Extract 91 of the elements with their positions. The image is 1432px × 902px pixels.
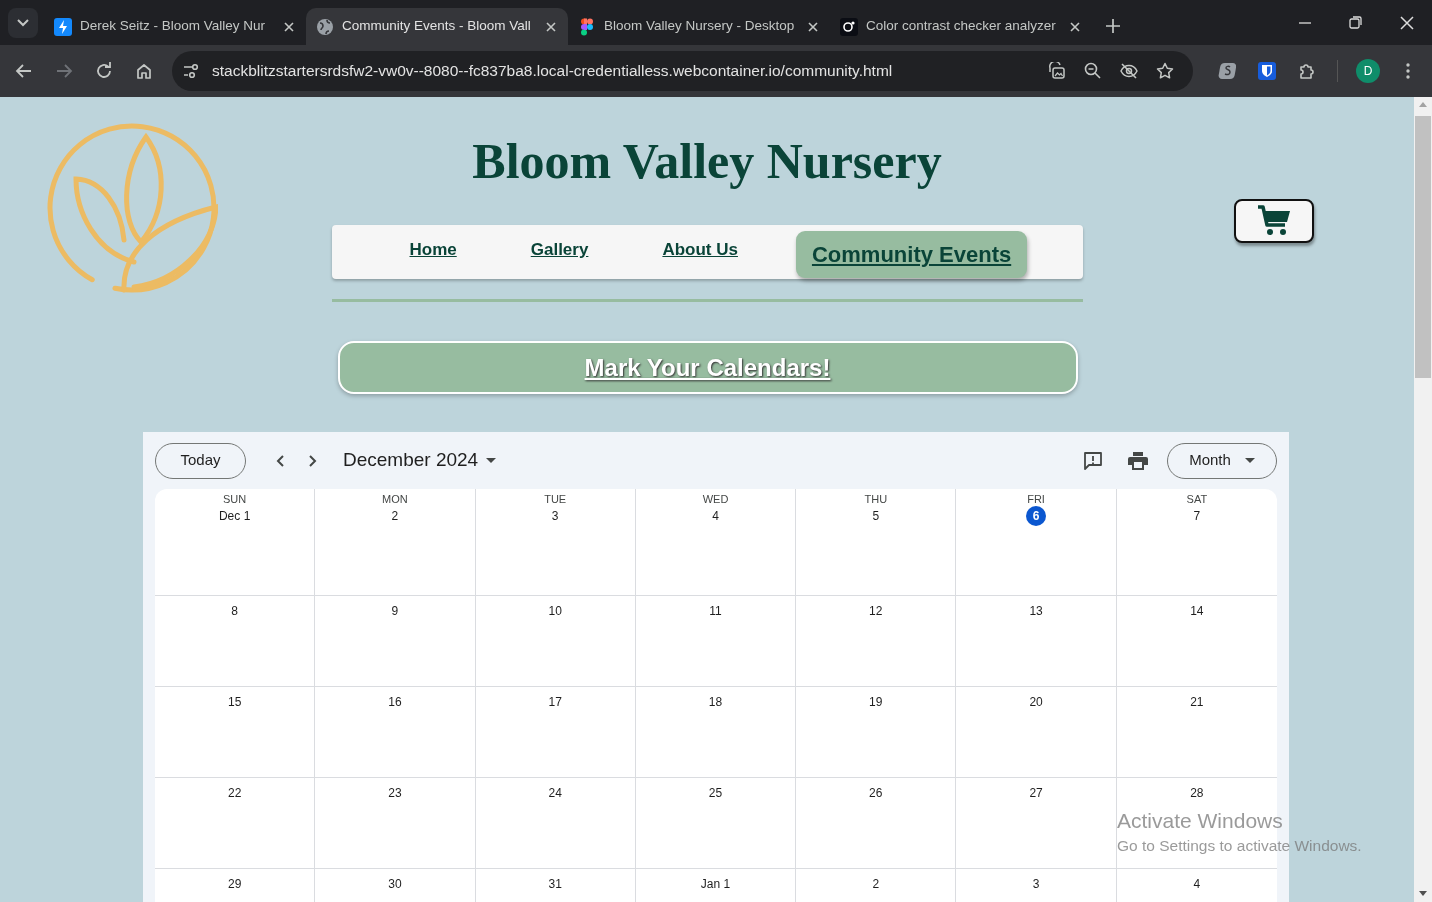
browser-tab[interactable]: Color contrast checker analyzer bbox=[830, 8, 1092, 45]
extensions-icon[interactable] bbox=[1298, 62, 1316, 80]
forward-icon[interactable] bbox=[55, 62, 73, 80]
browser-tab[interactable]: Community Events - Bloom Vall bbox=[306, 8, 568, 45]
date-label[interactable]: 2 bbox=[865, 874, 886, 894]
tab-search-button[interactable] bbox=[8, 8, 38, 38]
print-icon[interactable] bbox=[1128, 451, 1148, 470]
browser-tab[interactable]: Derek Seitz - Bloom Valley Nur bbox=[44, 8, 306, 45]
chevron-down-icon bbox=[17, 19, 29, 27]
date-label[interactable]: 11 bbox=[705, 601, 726, 621]
extension-s-icon[interactable] bbox=[1218, 62, 1236, 80]
date-label[interactable]: 15 bbox=[224, 692, 245, 712]
close-icon[interactable] bbox=[284, 21, 294, 32]
date-label[interactable]: 6 bbox=[1026, 506, 1047, 526]
nav-link[interactable]: Community Events bbox=[795, 231, 1028, 278]
new-tab-icon[interactable] bbox=[1106, 19, 1120, 33]
screenshot-icon[interactable] bbox=[1048, 62, 1066, 80]
close-icon[interactable] bbox=[808, 21, 818, 32]
date-label[interactable]: Dec 1 bbox=[218, 506, 251, 526]
globe-icon bbox=[316, 17, 334, 36]
weekday-label: FRI bbox=[1027, 493, 1045, 506]
bolt-icon bbox=[54, 17, 72, 36]
date-label[interactable]: 3 bbox=[545, 506, 566, 526]
activation-notice-title: Activate Windows bbox=[1117, 808, 1284, 834]
home-icon[interactable] bbox=[135, 62, 153, 80]
weekday-label: THU bbox=[864, 493, 888, 506]
menu-icon[interactable] bbox=[1406, 63, 1410, 79]
target-icon bbox=[840, 17, 858, 36]
star-icon[interactable] bbox=[1156, 62, 1174, 80]
date-label[interactable]: 12 bbox=[865, 601, 886, 621]
figma-icon bbox=[578, 17, 596, 36]
minimize-icon[interactable] bbox=[1298, 21, 1311, 24]
date-label[interactable]: 22 bbox=[224, 783, 245, 803]
caret-icon bbox=[486, 458, 497, 463]
date-label[interactable]: 4 bbox=[1186, 874, 1207, 894]
date-label[interactable]: 21 bbox=[1186, 692, 1207, 712]
chevron-left-icon[interactable] bbox=[276, 454, 284, 467]
date-label[interactable]: 2 bbox=[384, 506, 405, 526]
shield-icon[interactable] bbox=[1258, 62, 1276, 80]
date-label[interactable]: 31 bbox=[545, 874, 566, 894]
date-label[interactable]: 25 bbox=[705, 783, 726, 803]
cart-button[interactable] bbox=[1233, 199, 1314, 243]
weekday-label: MON bbox=[382, 493, 408, 506]
date-label[interactable]: 29 bbox=[224, 874, 245, 894]
nav-link[interactable]: About Us bbox=[662, 237, 738, 263]
zoom-out-icon[interactable] bbox=[1084, 62, 1102, 80]
date-label[interactable]: 18 bbox=[705, 692, 726, 712]
chevron-right-icon[interactable] bbox=[309, 454, 317, 467]
back-icon[interactable] bbox=[15, 62, 33, 80]
close-icon[interactable] bbox=[1070, 21, 1080, 32]
date-label[interactable]: 20 bbox=[1026, 692, 1047, 712]
profile-avatar[interactable]: D bbox=[1356, 59, 1380, 83]
date-label[interactable]: 14 bbox=[1186, 601, 1207, 621]
date-label[interactable]: 9 bbox=[384, 601, 405, 621]
site-settings-icon[interactable] bbox=[182, 62, 200, 80]
date-label[interactable]: 27 bbox=[1026, 783, 1047, 803]
eye-off-icon[interactable] bbox=[1120, 62, 1138, 80]
date-label[interactable]: 26 bbox=[865, 783, 886, 803]
banner-heading: Mark Your Calendars! bbox=[584, 352, 831, 383]
date-label[interactable]: 30 bbox=[384, 874, 405, 894]
month-picker[interactable]: December 2024 bbox=[337, 445, 503, 476]
date-label[interactable]: 28 bbox=[1186, 783, 1207, 803]
reload-icon[interactable] bbox=[95, 62, 113, 80]
weekday-label: WED bbox=[702, 493, 729, 506]
date-label[interactable]: 24 bbox=[545, 783, 566, 803]
date-label[interactable]: 16 bbox=[384, 692, 405, 712]
scrollbar[interactable] bbox=[1414, 97, 1432, 902]
close-icon[interactable] bbox=[546, 21, 556, 32]
weekday-label: SUN bbox=[223, 493, 247, 506]
weekday-label: TUE bbox=[544, 493, 567, 506]
feedback-icon[interactable] bbox=[1083, 450, 1103, 471]
nav-link[interactable]: Home bbox=[409, 237, 457, 263]
date-label[interactable]: 8 bbox=[224, 601, 245, 621]
date-label[interactable]: 13 bbox=[1026, 601, 1047, 621]
site-title: Bloom Valley Nursery bbox=[471, 133, 943, 189]
date-label[interactable]: 17 bbox=[545, 692, 566, 712]
date-label[interactable]: 3 bbox=[1026, 874, 1047, 894]
date-label[interactable]: 5 bbox=[865, 506, 886, 526]
cart-icon bbox=[1256, 205, 1291, 237]
date-label[interactable]: 7 bbox=[1186, 506, 1207, 526]
weekday-label: SAT bbox=[1186, 493, 1208, 506]
caret-icon bbox=[1244, 458, 1255, 463]
nav-link[interactable]: Gallery bbox=[530, 237, 589, 263]
date-label[interactable]: 23 bbox=[384, 783, 405, 803]
date-label[interactable]: 19 bbox=[865, 692, 886, 712]
date-label[interactable]: 4 bbox=[705, 506, 726, 526]
date-label[interactable]: Jan 1 bbox=[700, 874, 731, 894]
close-icon[interactable] bbox=[1399, 15, 1414, 30]
date-label[interactable]: 10 bbox=[545, 601, 566, 621]
restore-icon[interactable] bbox=[1349, 16, 1362, 29]
browser-tab[interactable]: Bloom Valley Nursery - Desktop bbox=[568, 8, 830, 45]
